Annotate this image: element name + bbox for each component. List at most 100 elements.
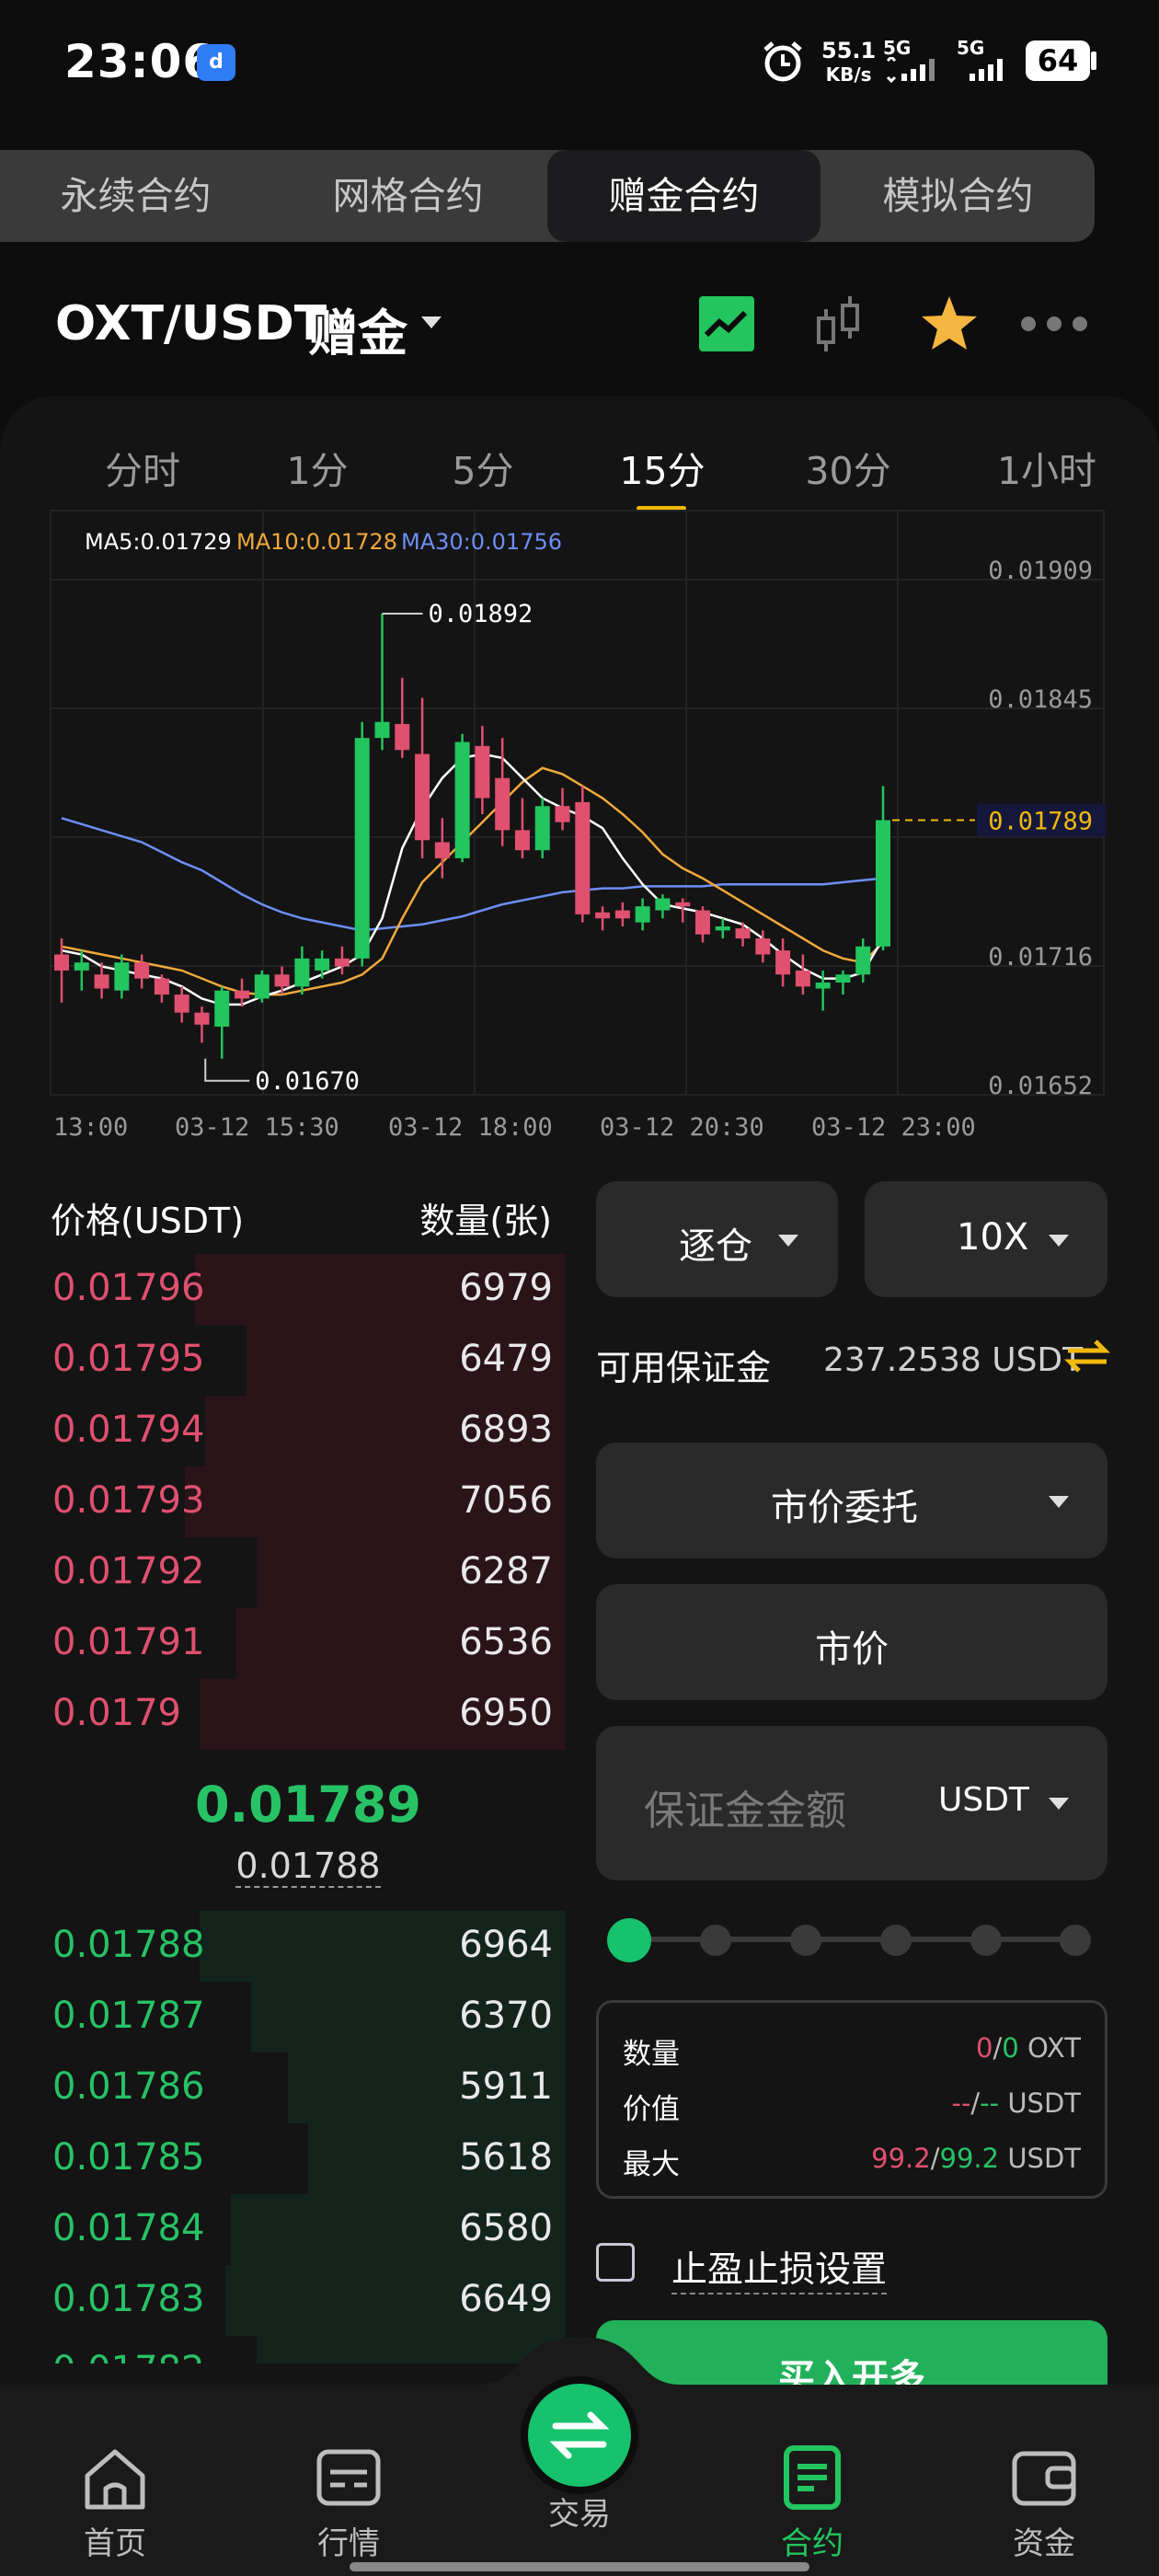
available-margin-label: 可用保证金 <box>596 1348 772 1388</box>
bid-row[interactable]: 0.01785 5618 <box>51 2123 566 2194</box>
leverage-value: 10X <box>957 1216 1029 1259</box>
ask-price: 0.01793 <box>52 1479 205 1522</box>
candle-body <box>374 721 390 739</box>
last-price-tag-label: 0.01789 <box>988 807 1093 835</box>
ask-qty: 6893 <box>459 1409 553 1451</box>
tpsl-checkbox[interactable] <box>596 2243 635 2282</box>
x-tick-label: 03-12 20:30 <box>600 1113 764 1142</box>
candle-body <box>635 906 650 923</box>
candle-body <box>755 938 771 955</box>
favorite-star-icon[interactable] <box>920 294 979 353</box>
chart-toggle-icon[interactable] <box>697 294 756 353</box>
order-type-select[interactable]: 市价委托 <box>596 1443 1107 1558</box>
chevron-down-icon[interactable] <box>1049 1798 1069 1810</box>
ask-price: 0.01791 <box>52 1621 205 1663</box>
ask-row[interactable]: 0.01794 6893 <box>51 1396 566 1466</box>
nav-trade[interactable]: 交易 <box>520 2376 639 2534</box>
bid-row[interactable]: 0.01787 6370 <box>51 1982 566 2053</box>
pair-symbol[interactable]: OXT/USDT <box>55 296 327 351</box>
ask-qty: 6479 <box>459 1338 553 1380</box>
transfer-icon[interactable] <box>1064 1336 1110 1376</box>
ask-qty: 6536 <box>459 1621 553 1663</box>
ask-row[interactable]: 0.01792 6287 <box>51 1537 566 1608</box>
bid-row[interactable]: 0.01783 6649 <box>51 2265 566 2336</box>
candle-body <box>354 738 370 959</box>
margin-amount-placeholder: 保证金金额 <box>644 1788 846 1834</box>
timeframe-5m[interactable]: 5分 <box>432 440 534 495</box>
signal-2-label: 5G <box>957 37 985 59</box>
bid-price: 0.01787 <box>52 1995 205 2037</box>
candle-body <box>614 910 630 919</box>
timeframe-line[interactable]: 分时 <box>92 440 193 495</box>
ask-row[interactable]: 0.01796 6979 <box>51 1254 566 1325</box>
slider-step[interactable] <box>1060 1925 1091 1956</box>
candle-body <box>114 962 130 991</box>
candle-body <box>415 753 430 841</box>
bid-qty: 5911 <box>459 2065 553 2108</box>
candle-body <box>134 962 150 979</box>
ask-row[interactable]: 0.01793 7056 <box>51 1466 566 1537</box>
bid-row[interactable]: 0.01786 5911 <box>51 2053 566 2123</box>
tab-bonus[interactable]: 赠金合约 <box>547 150 820 242</box>
ask-price: 0.01796 <box>52 1267 205 1309</box>
slider-step[interactable] <box>970 1925 1002 1956</box>
info-value-value: --/-- USDT <box>951 2087 1081 2119</box>
mark-price-value[interactable]: 0.01788 <box>235 1846 381 1888</box>
bid-row[interactable]: 0.01788 6964 <box>51 1911 566 1982</box>
margin-amount-input[interactable]: 保证金金额 USDT <box>596 1726 1107 1880</box>
nav-market-label: 行情 <box>317 2525 380 2562</box>
candle-body <box>815 982 831 989</box>
tab-perpetual[interactable]: 永续合约 <box>0 150 271 242</box>
nav-market[interactable]: 行情 <box>289 2443 408 2563</box>
signal-2-icon <box>970 59 1003 81</box>
slider-step[interactable] <box>880 1925 912 1956</box>
timeframe-1h[interactable]: 1小时 <box>982 440 1111 495</box>
tab-grid[interactable]: 网格合约 <box>272 150 544 242</box>
pair-dropdown-icon[interactable] <box>421 316 442 328</box>
candle-body <box>214 990 230 1027</box>
candle-body <box>294 958 310 987</box>
tab-demo[interactable]: 模拟合约 <box>821 150 1095 242</box>
candlestick-icon[interactable] <box>811 294 870 355</box>
timeframe-30m[interactable]: 30分 <box>793 440 903 495</box>
mark-price[interactable]: 0.01788 <box>51 1846 566 1888</box>
status-time: 23:06 <box>64 35 216 88</box>
contract-icon <box>784 2445 841 2510</box>
leverage-select[interactable]: 10X <box>865 1181 1107 1297</box>
candle-body <box>274 974 290 987</box>
home-indicator <box>350 2562 809 2571</box>
ma5-label: MA5:0.01729 <box>85 529 232 555</box>
price-chart[interactable]: MA5:0.01729 MA10:0.01728 MA30:0.01756 0.… <box>0 506 1159 1150</box>
timeframe-1m[interactable]: 1分 <box>267 440 368 495</box>
candle-body <box>735 928 751 939</box>
slider-step[interactable] <box>790 1925 821 1956</box>
ask-row[interactable]: 0.0179 6950 <box>51 1679 566 1750</box>
candle-body <box>334 958 350 967</box>
amount-slider-handle[interactable] <box>607 1918 651 1962</box>
candle-body <box>154 978 169 995</box>
orderbook-price-header: 价格(USDT) <box>51 1201 245 1241</box>
tpsl-settings-label[interactable]: 止盈止损设置 <box>671 2241 888 2294</box>
price-field[interactable]: 市价 <box>596 1584 1107 1700</box>
nav-home[interactable]: 首页 <box>55 2443 175 2563</box>
margin-mode-select[interactable]: 逐仓 <box>596 1181 838 1297</box>
amount-unit[interactable]: USDT <box>938 1781 1029 1819</box>
pair-tag[interactable]: 赠金 <box>308 293 407 365</box>
amount-slider-track[interactable] <box>627 1937 1078 1942</box>
available-margin-value: 237.2538 USDT <box>823 1341 1084 1379</box>
ma10-line <box>61 766 884 996</box>
timeframe-15m[interactable]: 15分 <box>602 440 722 495</box>
bid-row[interactable]: 0.01784 6580 <box>51 2194 566 2265</box>
bid-price: 0.01784 <box>52 2207 205 2249</box>
ask-row[interactable]: 0.01791 6536 <box>51 1608 566 1679</box>
candle-body <box>254 974 270 999</box>
slider-step[interactable] <box>700 1925 731 1956</box>
candle-body <box>575 801 591 914</box>
more-icon[interactable] <box>1019 313 1089 335</box>
ask-row[interactable]: 0.01795 6479 <box>51 1325 566 1396</box>
info-qty-value: 0/0 OXT <box>976 2032 1081 2064</box>
nav-assets[interactable]: 资金 <box>984 2443 1104 2563</box>
nav-contract[interactable]: 合约 <box>752 2443 872 2563</box>
home-icon <box>85 2449 145 2510</box>
candle-body <box>315 958 330 971</box>
